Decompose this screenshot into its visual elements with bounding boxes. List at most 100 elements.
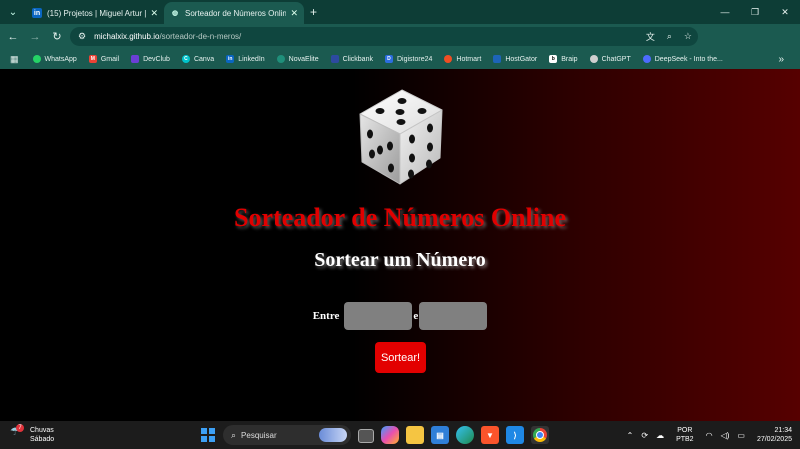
keyboard-layout: PTB2	[676, 436, 694, 443]
chatgpt-icon	[589, 55, 598, 63]
weather-widget[interactable]: ☂ 7 Chuvas Sábado	[10, 424, 55, 444]
weather-day: Sábado	[30, 436, 55, 443]
vscode-icon[interactable]: ⟩	[506, 426, 524, 444]
url-text[interactable]: michalxix.github.io/sorteador-de-n-meros…	[94, 32, 241, 41]
forward-button[interactable]: →	[24, 31, 46, 43]
range-form: Entre e	[0, 301, 800, 331]
site-info-icon[interactable]: ⚙	[78, 31, 86, 42]
zoom-icon[interactable]: ⌕	[667, 31, 672, 42]
toolbar: ← → ↻ ⚙ michalxix.github.io/sorteador-de…	[0, 24, 800, 68]
tab-sorteador[interactable]: ◍ Sorteador de Números Online ✕	[164, 2, 304, 24]
max-number-input[interactable]	[419, 302, 488, 330]
url-path: /sorteador-de-n-meros/	[159, 32, 242, 41]
taskbar: ☂ 7 Chuvas Sábado ⌕ Pesquisar ▤ ▼ ⟩ ⌃ ⟳ ☁ …	[0, 421, 800, 449]
search-placeholder: Pesquisar	[241, 430, 277, 440]
dice-image	[359, 89, 443, 185]
clickbank-icon	[330, 55, 339, 63]
bookmark-whatsapp[interactable]: WhatsApp	[32, 55, 77, 63]
bookmark-linkedin[interactable]: in LinkedIn	[226, 55, 265, 63]
restore-button[interactable]: ❐	[740, 0, 770, 24]
tab-title: (15) Projetos | Miguel Artur | Lin	[47, 8, 147, 18]
tab-linkedin[interactable]: in (15) Projetos | Miguel Artur | Lin ✕	[26, 2, 164, 24]
bookmark-label: Gmail	[100, 55, 120, 63]
tab-search-button[interactable]: ⌄	[4, 3, 22, 21]
whatsapp-icon	[32, 55, 41, 63]
sync-icon[interactable]: ⟳	[641, 431, 648, 440]
bookmark-label: Digistore24	[396, 55, 433, 63]
bookmark-label: Canva	[193, 55, 215, 63]
battery-icon[interactable]: ▭	[737, 431, 745, 440]
bookmark-label: Braip	[561, 55, 578, 63]
bookmark-hostgator[interactable]: HostGator	[493, 55, 537, 63]
notification-badge: 7	[16, 424, 24, 432]
apps-grid-icon[interactable]: ▦	[10, 54, 19, 65]
chrome-icon[interactable]	[531, 426, 549, 444]
taskbar-search[interactable]: ⌕ Pesquisar	[223, 425, 351, 445]
globe-icon: ◍	[171, 10, 179, 17]
hostgator-icon	[493, 55, 502, 63]
linkedin-icon: in	[226, 55, 235, 63]
and-label: e	[413, 310, 419, 322]
window-controls: — ❐ ✕	[710, 0, 800, 24]
new-tab-button[interactable]: +	[310, 5, 317, 19]
close-icon[interactable]: ✕	[150, 8, 158, 19]
bookmark-clickbank[interactable]: Clickbank	[330, 55, 373, 63]
bookmark-digistore[interactable]: D Digistore24	[384, 55, 433, 63]
store-icon[interactable]: ▤	[431, 426, 449, 444]
tab-title: Sorteador de Números Online	[185, 8, 287, 18]
edge-icon[interactable]	[456, 426, 474, 444]
windows-start-icon[interactable]	[201, 428, 215, 442]
close-window-button[interactable]: ✕	[770, 0, 800, 24]
search-icon: ⌕	[231, 429, 237, 440]
devclub-icon	[131, 55, 140, 63]
language-code: POR	[677, 427, 693, 434]
canva-icon: C	[181, 55, 190, 63]
url-host: michalxix.github.io	[94, 32, 160, 41]
chevron-up-icon[interactable]: ⌃	[627, 431, 634, 440]
file-explorer-icon[interactable]	[406, 426, 424, 444]
draw-button[interactable]: Sortear!	[375, 342, 426, 373]
brave-icon[interactable]: ▼	[481, 426, 499, 444]
bookmarks-bar: ▦ WhatsApp M Gmail DevClub C Canva in Linke…	[0, 49, 800, 69]
clock[interactable]: 21:34 27/02/2025	[757, 426, 792, 444]
hotmart-icon	[444, 55, 453, 63]
bookmark-label: ChatGPT	[601, 55, 631, 63]
bookmark-star-icon[interactable]: ☆	[684, 31, 692, 42]
back-button[interactable]: ←	[2, 31, 24, 43]
bookmark-hotmart[interactable]: Hotmart	[444, 55, 481, 63]
bookmark-label: DeepSeek - Into the...	[654, 55, 723, 63]
bookmark-label: NovaElite	[288, 55, 319, 63]
bookmark-devclub[interactable]: DevClub	[131, 55, 170, 63]
bookmark-novaelite[interactable]: NovaElite	[276, 55, 319, 63]
language-indicator[interactable]: POR PTB2	[676, 426, 694, 444]
bookmark-label: Hotmart	[456, 55, 482, 63]
bookmark-label: Clickbank	[342, 55, 373, 63]
tab-strip: ⌄ in (15) Projetos | Miguel Artur | Lin …	[0, 0, 800, 24]
task-view-icon[interactable]	[358, 429, 374, 443]
search-highlight-icon	[319, 428, 347, 442]
bookmark-deepseek[interactable]: DeepSeek - Into the...	[642, 55, 723, 63]
novaelite-icon	[276, 55, 285, 63]
page-content: Sorteador de Números Online Sortear um N…	[0, 69, 800, 421]
bookmark-gmail[interactable]: M Gmail	[88, 55, 120, 63]
rain-cloud-icon: ☂ 7	[10, 424, 24, 442]
address-bar[interactable]: ⚙ michalxix.github.io/sorteador-de-n-mer…	[70, 27, 698, 46]
min-number-input[interactable]	[344, 302, 413, 330]
bookmark-canva[interactable]: C Canva	[181, 55, 215, 63]
wifi-icon[interactable]: ◠	[706, 431, 713, 440]
minimize-button[interactable]: —	[710, 0, 740, 24]
linkedin-icon: in	[32, 8, 42, 18]
bookmark-chatgpt[interactable]: ChatGPT	[589, 55, 631, 63]
deepseek-icon	[642, 55, 651, 63]
reload-button[interactable]: ↻	[46, 30, 68, 43]
chevron-right-icon[interactable]: »	[778, 54, 784, 65]
cloud-icon[interactable]: ☁	[656, 431, 664, 440]
translate-icon[interactable]: 文	[646, 30, 655, 43]
bookmark-label: DevClub	[143, 55, 170, 63]
volume-icon[interactable]: ◁)	[721, 431, 730, 440]
close-icon[interactable]: ✕	[290, 8, 298, 19]
bookmark-label: WhatsApp	[44, 55, 77, 63]
bookmark-label: HostGator	[505, 55, 538, 63]
bookmark-braip[interactable]: b Braip	[549, 55, 578, 63]
copilot-icon[interactable]	[381, 426, 399, 444]
